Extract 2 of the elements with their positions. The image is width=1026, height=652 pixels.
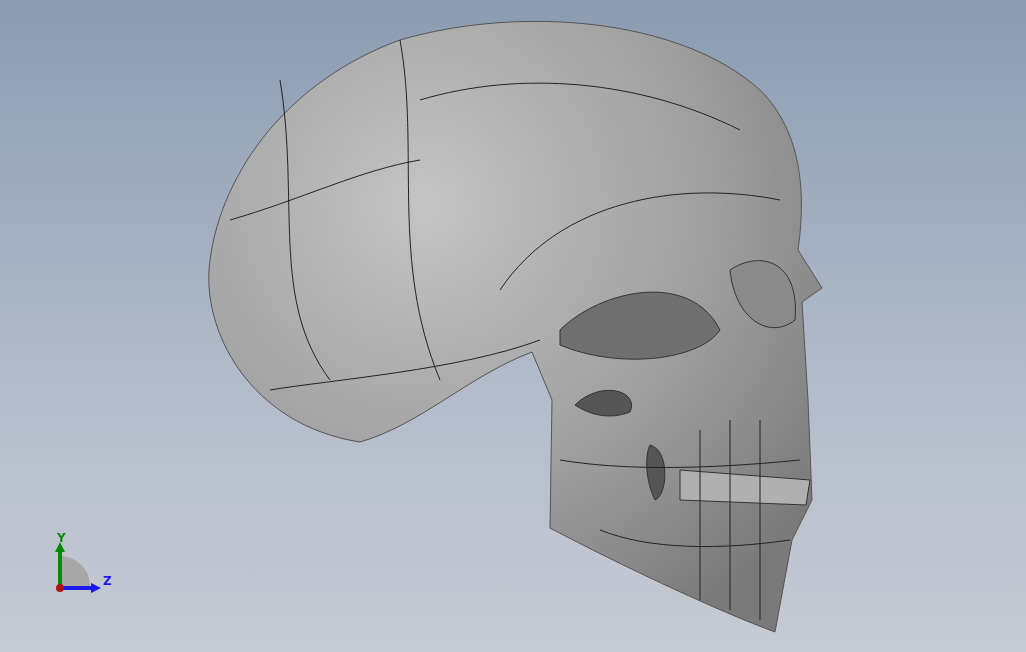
axis-label: Z <box>103 575 112 587</box>
axis-label: Y <box>57 532 66 544</box>
